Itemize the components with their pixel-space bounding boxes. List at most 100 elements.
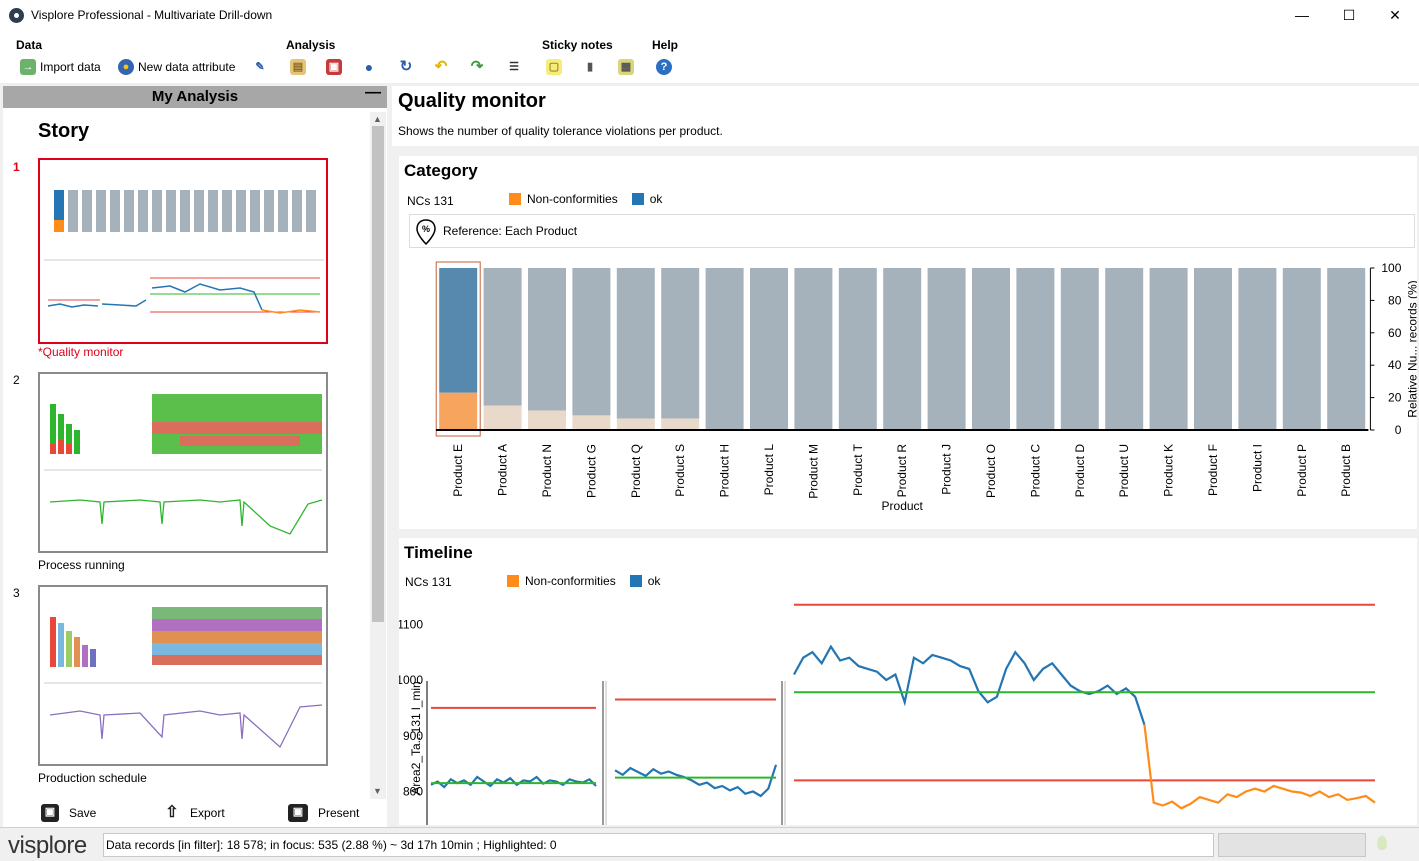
story-item-caption[interactable]: Production schedule bbox=[38, 771, 147, 785]
notes-toggle-icon[interactable]: ▩ bbox=[618, 59, 634, 75]
bar-ok bbox=[838, 268, 877, 430]
open-folder-icon[interactable]: ▤ bbox=[290, 59, 306, 75]
title-bar: Visplore Professional - Multivariate Dri… bbox=[0, 0, 1419, 31]
x-tick-label: Product G bbox=[584, 444, 598, 498]
bar-ok bbox=[1238, 268, 1277, 430]
y-tick-label: 20 bbox=[1388, 391, 1402, 405]
category-view: Category NCs 131 Non-conformities ok % R… bbox=[399, 156, 1417, 529]
reference-bar[interactable]: % Reference: Each Product bbox=[409, 214, 1415, 248]
bar-ok bbox=[439, 268, 478, 393]
x-tick-label: Product L bbox=[762, 444, 776, 496]
story-item-number: 1 bbox=[13, 160, 20, 174]
x-axis-label: Product bbox=[882, 499, 924, 513]
new-data-attribute-label: New data attribute bbox=[138, 60, 236, 74]
legend-label-ok[interactable]: ok bbox=[650, 192, 663, 206]
export-story-button[interactable]: ⇧ Export bbox=[164, 802, 225, 824]
bar-ok bbox=[1149, 268, 1188, 430]
x-tick-label: Product O bbox=[984, 444, 998, 498]
toolbar: Data Analysis Sticky notes Help → Import… bbox=[0, 31, 1419, 83]
category-bar-chart: Product E Product A Product N Product G Prod… bbox=[435, 261, 1417, 513]
panel-minimize-button[interactable]: — bbox=[365, 84, 381, 102]
bar-ok bbox=[927, 268, 966, 430]
page-subtitle: Shows the number of quality tolerance vi… bbox=[398, 124, 723, 138]
series-line-nonconformities bbox=[1143, 724, 1376, 810]
redo-icon[interactable]: ↷ bbox=[469, 59, 485, 75]
attributes-icon[interactable]: ● bbox=[361, 59, 377, 75]
bar-ok bbox=[483, 268, 522, 406]
series-line-ok bbox=[793, 644, 1146, 725]
bar-nonconformities bbox=[616, 418, 655, 430]
bar-ok bbox=[705, 268, 744, 430]
edit-icon[interactable]: ✎ bbox=[252, 59, 268, 75]
bar-ok bbox=[1282, 268, 1321, 430]
minimize-button[interactable]: — bbox=[1279, 0, 1325, 31]
present-story-button[interactable]: ▣ Present bbox=[288, 802, 359, 824]
x-tick-label: Product M bbox=[806, 444, 820, 499]
timeline-chart[interactable]: 70080090010001100Area2_Ta...131 l_min09.… bbox=[399, 538, 1417, 825]
close-button[interactable]: ✕ bbox=[1372, 0, 1418, 31]
help-icon[interactable]: ? bbox=[656, 59, 672, 75]
app-icon bbox=[9, 8, 24, 23]
x-tick-label: Product F bbox=[1206, 444, 1220, 496]
bar-nonconformities bbox=[439, 392, 478, 430]
story-item-caption[interactable]: Process running bbox=[38, 558, 125, 572]
timeline-view: Timeline NCs 131 Non-conformities ok 700… bbox=[399, 538, 1417, 825]
import-data-label: Import data bbox=[40, 60, 101, 74]
story-scrollbar[interactable]: ▲ ▼ bbox=[370, 112, 386, 799]
story-item-caption[interactable]: *Quality monitor bbox=[38, 345, 123, 359]
save-label: Save bbox=[69, 806, 97, 820]
trash-icon[interactable]: ▮ bbox=[582, 59, 598, 75]
save-icon[interactable]: ▣ bbox=[326, 59, 342, 75]
x-tick-label: Product E bbox=[451, 444, 465, 497]
toolbar-group-help: Help bbox=[652, 38, 679, 52]
toolbar-group-analysis: Analysis bbox=[286, 38, 336, 52]
bar-ok bbox=[616, 268, 655, 419]
undo-icon[interactable]: ↶ bbox=[433, 59, 449, 75]
story-title: Story bbox=[38, 120, 90, 142]
legend-swatch-ok bbox=[631, 193, 644, 205]
panel-header: My Analysis bbox=[3, 86, 387, 108]
x-tick-label: Product B bbox=[1339, 444, 1353, 497]
page-header: Quality monitor Shows the number of qual… bbox=[392, 86, 1419, 146]
x-tick-label: Product U bbox=[1117, 444, 1131, 497]
presentation-icon: ▣ bbox=[288, 804, 308, 822]
new-data-attribute-button[interactable]: ● New data attribute bbox=[118, 57, 235, 77]
thumbnail-preview bbox=[44, 607, 323, 749]
x-tick-label: Product I bbox=[1250, 444, 1264, 492]
status-text: Data records [in filter]: 18 578; in foc… bbox=[103, 833, 1214, 857]
list-icon[interactable]: ☰ bbox=[506, 59, 522, 75]
thumbnail-preview bbox=[44, 394, 323, 535]
story-thumbnail-process-running[interactable] bbox=[38, 372, 328, 553]
y-tick-label: 60 bbox=[1388, 326, 1402, 340]
export-label: Export bbox=[190, 806, 225, 820]
x-tick-label: Product K bbox=[1162, 444, 1176, 497]
scroll-up-arrow[interactable]: ▲ bbox=[373, 114, 382, 124]
save-story-button[interactable]: ▣ Save bbox=[41, 802, 96, 824]
bar-ok bbox=[1194, 268, 1232, 430]
y-tick-label: 100 bbox=[1381, 261, 1401, 275]
legend-swatch-nonconformities bbox=[509, 193, 521, 205]
maximize-button[interactable]: ☐ bbox=[1326, 0, 1372, 31]
reference-pin-icon: % bbox=[416, 219, 436, 245]
x-tick-label: Product A bbox=[496, 444, 510, 496]
import-data-button[interactable]: → Import data bbox=[20, 57, 101, 77]
bar-ok bbox=[883, 268, 922, 430]
legend-label-nonconformities[interactable]: Non-conformities bbox=[527, 192, 618, 206]
new-attribute-icon: ● bbox=[118, 59, 134, 75]
svg-text:%: % bbox=[422, 224, 430, 234]
bar-ok bbox=[750, 268, 788, 430]
x-tick-label: Product C bbox=[1028, 444, 1042, 498]
scroll-thumb[interactable] bbox=[372, 126, 384, 622]
story-thumbnail-production-schedule[interactable] bbox=[38, 585, 328, 766]
story-thumbnail-quality-monitor[interactable] bbox=[38, 158, 328, 344]
bar-ok bbox=[1327, 268, 1366, 430]
series-line-ok bbox=[614, 764, 778, 798]
bar-nonconformities bbox=[483, 405, 522, 430]
lightbulb-icon bbox=[1377, 836, 1387, 850]
scroll-down-arrow[interactable]: ▼ bbox=[373, 786, 382, 796]
sticky-note-icon[interactable]: ▢ bbox=[546, 59, 562, 75]
page-title: Quality monitor bbox=[398, 90, 546, 112]
bar-ok bbox=[661, 268, 700, 419]
x-tick-label: Product P bbox=[1295, 444, 1309, 497]
refresh-icon[interactable]: ↻ bbox=[398, 59, 414, 75]
